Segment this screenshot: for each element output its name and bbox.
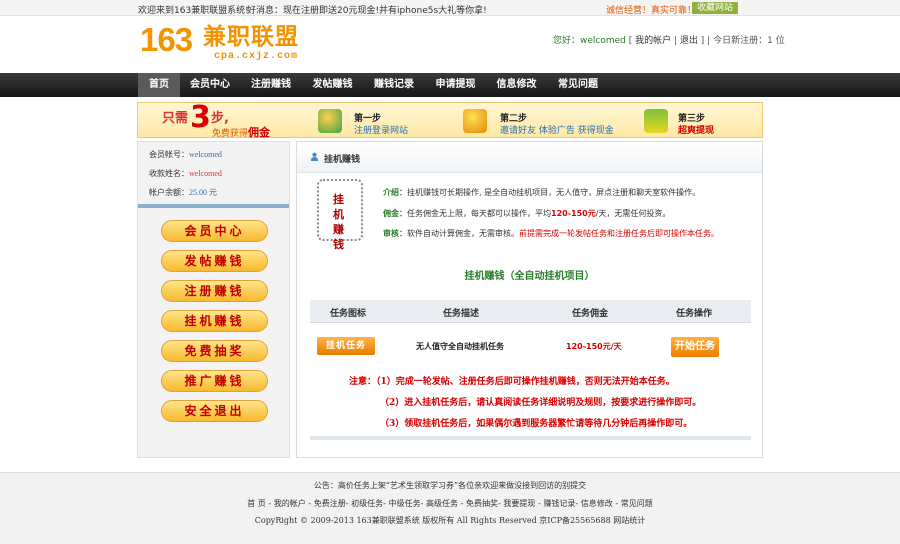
note-1: 注意：（1）完成一轮发帖、注册任务后即可操作挂机赚钱，否则无法开始本任务。: [349, 377, 675, 387]
username: welcomed: [580, 36, 626, 46]
intro-line: 介绍：挂机赚钱可长期操作, 是全自动挂机项目，无人值守，屏点注册和聊天室软件操作…: [383, 187, 700, 198]
logout-link[interactable]: 退出: [680, 36, 698, 46]
steps-free-prefix: 免费获得: [212, 129, 249, 139]
table-row: 挂机任务 无人值守全自动挂机任务 120-150元/天 开始任务: [310, 334, 751, 358]
review-label: 审核：: [383, 229, 407, 238]
intro-section: 挂 机 赚 钱 介绍：挂机赚钱可长期操作, 是全自动挂机项目，无人值守，屏点注册…: [310, 177, 755, 251]
task-desc: 无人值守全自动挂机任务: [416, 342, 504, 351]
my-account-link[interactable]: 我的帐户: [635, 36, 671, 46]
steps-need: 只需: [162, 111, 189, 126]
note-3: （3）领取挂机任务后，如果偶尔遇到服务器繁忙请等待几分钟后再操作即可。: [380, 419, 693, 429]
panel-bottom-bar: [310, 436, 751, 440]
balance-value: 25.00 元: [189, 188, 217, 197]
today-register-count: 1: [767, 36, 773, 46]
pay-line: 佣金：任务佣金无上限，每天都可以操作，平均120-150元/天，无需任何投资。: [383, 208, 670, 219]
user-icon: [310, 152, 319, 161]
account-value: welcomed: [189, 150, 222, 159]
menu-logout-button[interactable]: 安全退出: [161, 400, 268, 422]
menu-lottery-button[interactable]: 免费抽奖: [161, 340, 268, 362]
nav-edit-info[interactable]: 信息修改: [486, 73, 547, 97]
note-2: （2）进入挂机任务后，请认真阅读任务详细说明及规则，按要求进行操作即可。: [380, 398, 702, 408]
step2-icon: [463, 109, 487, 133]
step3-desc: 超爽提现: [678, 126, 715, 136]
today-register-unit: 位: [775, 36, 785, 46]
main-panel: 挂机赚钱 挂 机 赚 钱 介绍：挂机赚钱可长期操作, 是全自动挂机项目，无人值守…: [296, 141, 763, 458]
review-note: 前提需完成一轮发帖任务和注册任务后即可操作本任务。: [519, 229, 719, 238]
menu-hang-earn-button[interactable]: 挂机赚钱: [161, 310, 268, 332]
panel-title: 挂机赚钱: [324, 155, 361, 165]
nav-register-earn[interactable]: 注册赚钱: [240, 73, 302, 97]
task-table-header: 任务图标 任务描述 任务佣金 任务操作: [310, 300, 751, 323]
review-line: 审核：软件自动计算佣金，无需审核。前提需完成一轮发帖任务和注册任务后即可操作本任…: [383, 228, 719, 239]
logo-number: 163: [140, 21, 193, 58]
menu-promote-earn-button[interactable]: 推广赚钱: [161, 370, 268, 392]
menu-member-center-button[interactable]: 会员中心: [161, 220, 268, 242]
th-pay: 任务佣金: [572, 309, 609, 319]
step2-desc: 邀请好友 体验广告 获得现金: [500, 126, 614, 136]
hang-task-icon-button[interactable]: 挂机任务: [317, 337, 375, 355]
top-bar: 欢迎来到163兼职联盟系统! 好消息：现在注册即送20元现金!并有iphone5…: [0, 0, 900, 16]
intro-label: 介绍：: [383, 188, 407, 197]
th-icon: 任务图标: [330, 309, 367, 319]
task-pay: 120-150元/天: [566, 342, 622, 351]
logo-name: 兼职联盟: [203, 24, 299, 50]
slogan-text: 诚信经营！真实可靠！: [606, 6, 697, 16]
steps-count: 3: [190, 100, 211, 135]
intro-text: 挂机赚钱可长期操作, 是全自动挂机项目，无人值守，屏点注册和聊天室软件操作。: [407, 188, 701, 197]
steps-banner: 只需 3 步, 免费获得佣金 第一步 注册登录网站 第二步 邀请好友 体验广告 …: [137, 100, 763, 140]
review-text: 软件自动计算佣金，无需审核。: [407, 229, 519, 238]
sidebar: 会员帐号：welcomed 收款姓名：welcomed 帐户余额：25.00 元…: [137, 141, 290, 458]
pay-label: 佣金：: [383, 209, 407, 218]
project-title: 挂机赚钱（全自动挂机项目）: [464, 271, 595, 282]
steps-free-highlight: 佣金: [248, 126, 271, 139]
seal-badge: 挂 机 赚 钱: [317, 179, 363, 251]
payee-value: welcomed: [189, 169, 222, 178]
today-register-label: 今日新注册：: [713, 36, 768, 46]
footer-links[interactable]: 首 页 - 我的帐户 - 免费注册- 初级任务- 中级任务- 高级任务 - 免费…: [0, 498, 900, 509]
menu-post-earn-button[interactable]: 发帖赚钱: [161, 250, 268, 272]
start-task-button[interactable]: 开始任务: [671, 337, 719, 357]
nav-post-earn[interactable]: 发帖赚钱: [302, 73, 363, 97]
panel-header: 挂机赚钱: [297, 142, 762, 173]
site-logo[interactable]: 163 兼职联盟 cpa.cxjz.com: [140, 22, 310, 64]
main-nav: 首页 会员中心 注册赚钱 发帖赚钱 赚钱记录 申请提现 信息修改 常见问题: [0, 73, 900, 97]
balance-row: 帐户余额：25.00 元: [138, 183, 289, 202]
payee-label: 收款姓名：: [149, 169, 189, 178]
seal-text: 挂 机 赚 钱: [333, 193, 347, 251]
nav-member-center[interactable]: 会员中心: [180, 73, 240, 97]
greeting-label: 您好：: [553, 36, 581, 46]
menu-register-earn-button[interactable]: 注册赚钱: [161, 280, 268, 302]
pay-text-c: /天，无需任何投资。: [595, 209, 671, 218]
payee-row: 收款姓名：welcomed: [138, 164, 289, 183]
th-action: 任务操作: [676, 309, 713, 319]
nav-faq[interactable]: 常见问题: [547, 73, 609, 97]
footer-notice[interactable]: 公告：高价任务上架“艺术生领取学习券”各位亲欢迎来做没接到回访的别提交: [0, 480, 900, 491]
account-row: 会员帐号：welcomed: [138, 145, 289, 164]
step1-desc: 注册登录网站: [354, 126, 409, 136]
balance-label: 帐户余额：: [149, 188, 189, 197]
bookmark-button[interactable]: 收藏网站: [692, 2, 739, 14]
footer-copyright: CopyRight © 2009-2013 163兼职联盟系统 版权所有 All…: [254, 516, 646, 525]
steps-free-text: 免费获得佣金: [212, 124, 270, 140]
user-info: 您好：welcomed [ 我的帐户 | 退出 ] | 今日新注册：1 位: [553, 36, 785, 46]
account-label: 会员帐号：: [149, 150, 189, 159]
pay-text-a: 任务佣金无上限，每天都可以操作，平均: [407, 209, 551, 218]
footer: 公告：高价任务上架“艺术生领取学习券”各位亲欢迎来做没接到回访的别提交 首 页 …: [0, 472, 900, 544]
nav-earn-records[interactable]: 赚钱记录: [363, 73, 425, 97]
step1-icon: [318, 109, 342, 133]
nav-home[interactable]: 首页: [138, 73, 180, 97]
news-marquee: 好消息：现在注册即送20元现金!并有iphone5s大礼等你拿!: [247, 6, 487, 16]
logo-domain: cpa.cxjz.com: [214, 51, 299, 62]
sidebar-divider: [138, 204, 289, 208]
step3-gift-icon: [644, 109, 668, 133]
nav-withdraw[interactable]: 申请提现: [425, 73, 486, 97]
welcome-text: 欢迎来到163兼职联盟系统!: [138, 6, 249, 16]
pay-amount: 120-150元: [551, 209, 596, 218]
th-desc: 任务描述: [443, 309, 480, 319]
